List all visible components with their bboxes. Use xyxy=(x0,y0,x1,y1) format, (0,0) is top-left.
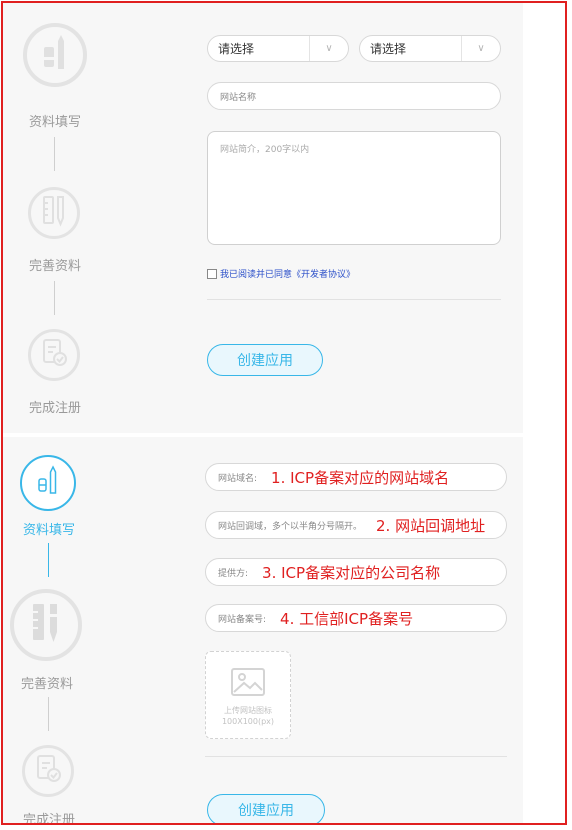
step-connector xyxy=(54,137,55,171)
chevron-down-icon[interactable]: ∨ xyxy=(309,36,348,61)
chevron-down-icon[interactable]: ∨ xyxy=(461,36,500,61)
step-2-label: 完善资料 xyxy=(28,259,81,274)
step-2-label: 完善资料 xyxy=(20,677,73,692)
create-app-button[interactable]: 创建应用 xyxy=(207,344,323,376)
site-name-placeholder: 网站名称 xyxy=(220,92,257,103)
domain-annotation: 1. ICP备案对应的网站域名 xyxy=(271,468,450,487)
pencil-ruler-icon xyxy=(33,463,63,503)
page-frame: 资料填写 完善资料 完成注册 请选择 ∨ 请选择 ∨ 网站名称 网站简介，200… xyxy=(1,1,567,825)
agreement-checkbox-row[interactable]: 我已阅读并已同意《开发者协议》 xyxy=(207,267,355,280)
provider-input[interactable]: 提供方: 3. ICP备案对应的公司名称 xyxy=(205,558,507,586)
divider xyxy=(207,299,501,300)
upload-label: 上传网站图标 xyxy=(224,706,272,715)
province-select[interactable]: 请选择 ∨ xyxy=(207,35,349,62)
document-check-icon xyxy=(33,753,63,789)
icp-annotation: 4. 工信部ICP备案号 xyxy=(280,609,414,628)
step-3-label: 完成注册 xyxy=(28,401,81,416)
upload-size: 100X100(px) xyxy=(221,717,275,726)
create-app-button[interactable]: 创建应用 xyxy=(207,794,325,823)
city-select-value: 请选择 xyxy=(370,42,407,56)
callback-annotation: 2. 网站回调地址 xyxy=(376,516,486,535)
callback-domain-input[interactable]: 网站回调域，多个以半角分号隔开。 2. 网站回调地址 xyxy=(205,511,507,539)
step-connector xyxy=(54,281,55,315)
pencil-ruler-icon xyxy=(35,31,75,79)
icp-placeholder: 网站备案号: xyxy=(218,614,267,625)
agreement-link[interactable]: 我已阅读并已同意《开发者协议》 xyxy=(220,267,355,280)
icp-number-input[interactable]: 网站备案号: 4. 工信部ICP备案号 xyxy=(205,604,507,632)
site-intro-textarea[interactable]: 网站简介，200字以内 xyxy=(207,131,501,245)
ruler-pencil-icon xyxy=(39,194,69,232)
step-1-label: 资料填写 xyxy=(22,523,75,538)
image-icon xyxy=(231,668,265,699)
step-3-circle xyxy=(28,329,80,381)
callback-placeholder: 网站回调域，多个以半角分号隔开。 xyxy=(218,521,363,532)
domain-placeholder: 网站域名: xyxy=(218,473,258,484)
ruler-pencil-icon xyxy=(26,600,66,650)
site-intro-placeholder: 网站简介，200字以内 xyxy=(220,145,310,155)
city-select[interactable]: 请选择 ∨ xyxy=(359,35,501,62)
step-1-circle xyxy=(23,23,87,87)
step-1-circle-active xyxy=(20,455,76,511)
step-2-circle xyxy=(10,589,82,661)
document-check-icon xyxy=(39,337,69,373)
step-2-circle xyxy=(28,187,80,239)
divider xyxy=(205,756,507,757)
step-3-label: 完成注册 xyxy=(22,813,75,825)
step-connector xyxy=(48,697,49,731)
registration-panel-bottom: 资料填写 完善资料 完成注册 网站域名: 1. ICP备案对应的网站域名 网站回… xyxy=(3,437,523,825)
step-connector-active xyxy=(48,543,49,577)
provider-placeholder: 提供方: xyxy=(218,568,249,579)
step-3-circle xyxy=(22,745,74,797)
site-name-input[interactable]: 网站名称 xyxy=(207,82,501,110)
step-1-label: 资料填写 xyxy=(28,115,81,130)
province-select-value: 请选择 xyxy=(218,42,255,56)
agreement-checkbox[interactable] xyxy=(207,268,217,279)
provider-annotation: 3. ICP备案对应的公司名称 xyxy=(262,563,441,582)
domain-input[interactable]: 网站域名: 1. ICP备案对应的网站域名 xyxy=(205,463,507,491)
registration-panel-top: 资料填写 完善资料 完成注册 请选择 ∨ 请选择 ∨ 网站名称 网站简介，200… xyxy=(3,3,523,433)
site-icon-upload[interactable]: 上传网站图标 100X100(px) xyxy=(205,651,291,739)
